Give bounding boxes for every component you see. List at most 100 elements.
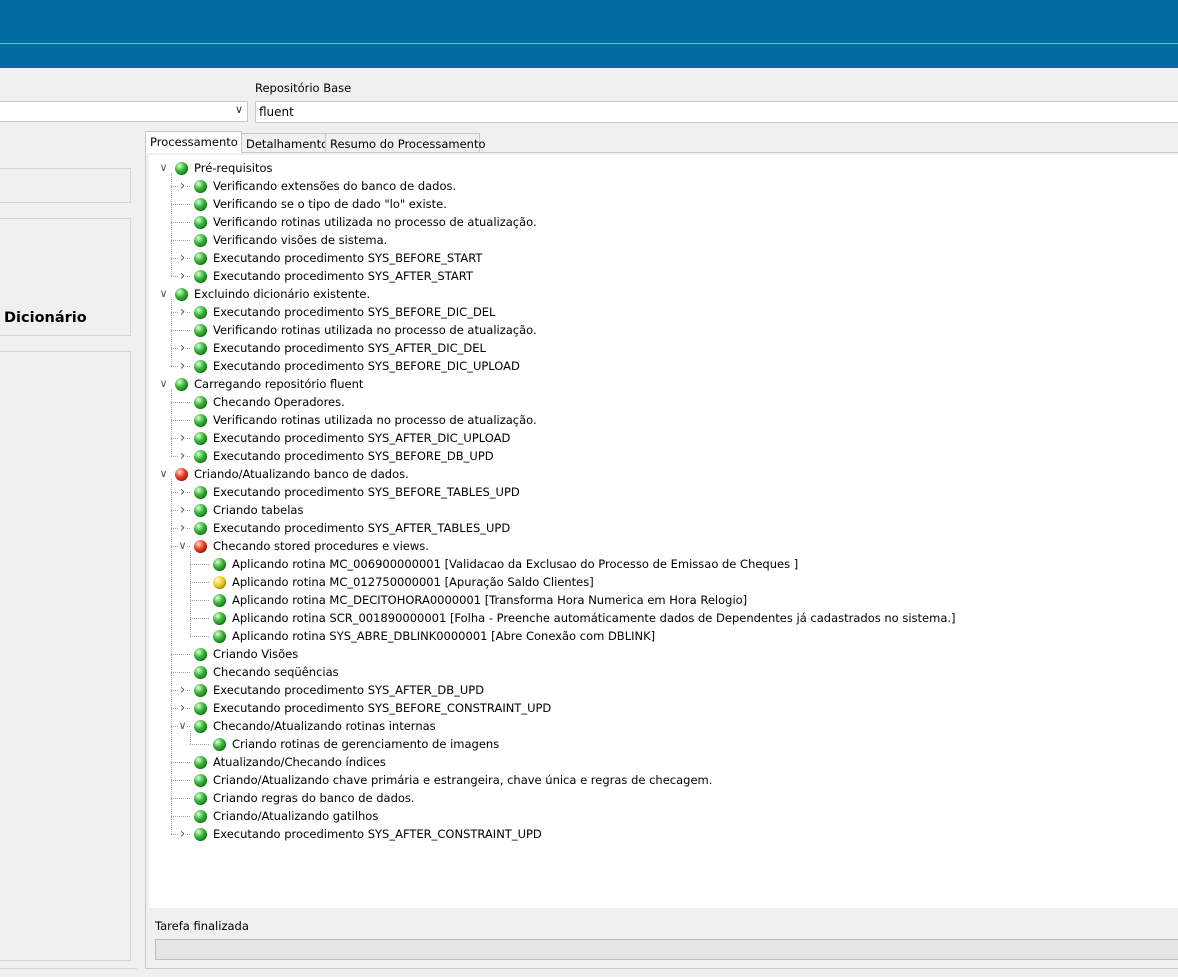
chevron-right-icon[interactable]: › xyxy=(178,483,187,501)
left-group-box-bottom xyxy=(0,351,131,961)
tree-node[interactable]: › Executando procedimento SYS_AFTER_DIC_D… xyxy=(149,339,1178,357)
chevron-right-icon[interactable]: › xyxy=(178,303,187,321)
tab-resumo-do-processamento[interactable]: Resumo do Processamento xyxy=(325,133,486,152)
chevron-right-icon[interactable]: › xyxy=(178,429,187,447)
tree-node[interactable]: Verificando visões de sistema. xyxy=(149,231,1178,249)
chevron-right-icon[interactable]: › xyxy=(178,501,187,519)
tree-node-label: Checando stored procedures e views. xyxy=(213,539,429,553)
chevron-right-icon[interactable]: › xyxy=(178,825,187,843)
tree-node[interactable]: ∨ Excluindo dicionário existente. xyxy=(149,285,1178,303)
tab-detalhamento[interactable]: Detalhamento xyxy=(241,133,328,152)
chevron-down-icon[interactable]: ∨ xyxy=(159,285,168,303)
tree-node-label: Criando Visões xyxy=(213,647,299,661)
tree-node[interactable]: Criando regras do banco de dados. xyxy=(149,789,1178,807)
green-status-icon xyxy=(194,234,207,247)
tree-node[interactable]: › Executando procedimento SYS_BEFORE_DIC_… xyxy=(149,357,1178,375)
tree-node-label: Checando/Atualizando rotinas internas xyxy=(213,719,436,733)
green-status-icon xyxy=(194,828,207,841)
green-status-icon xyxy=(213,738,226,751)
chevron-right-icon[interactable]: › xyxy=(178,519,187,537)
green-status-icon xyxy=(194,432,207,445)
repository-base-input[interactable]: fluent xyxy=(255,101,1178,123)
green-status-icon xyxy=(194,414,207,427)
tree-node[interactable]: Checando seqüências xyxy=(149,663,1178,681)
tree-node-label: Checando seqüências xyxy=(213,665,339,679)
chevron-down-icon[interactable]: ∨ xyxy=(159,375,168,393)
tree-node-label: Pré-requisitos xyxy=(194,161,273,175)
tree-node[interactable]: › Executando procedimento SYS_AFTER_TABLE… xyxy=(149,519,1178,537)
chevron-down-icon[interactable]: ∨ xyxy=(159,159,168,177)
green-status-icon xyxy=(175,288,188,301)
tree-node[interactable]: Criando/Atualizando gatilhos xyxy=(149,807,1178,825)
green-status-icon xyxy=(194,504,207,517)
tree-node[interactable]: Criando Visões xyxy=(149,645,1178,663)
chevron-right-icon[interactable]: › xyxy=(178,357,187,375)
chevron-down-icon[interactable]: ∨ xyxy=(235,103,243,116)
tree-node[interactable]: › Criando tabelas xyxy=(149,501,1178,519)
status-text: Tarefa finalizada xyxy=(155,919,249,933)
tree-node[interactable]: › Executando procedimento SYS_AFTER_START xyxy=(149,267,1178,285)
tree-node-label: Executando procedimento SYS_AFTER_START xyxy=(213,269,473,283)
tree-node-label: Aplicando rotina MC_006900000001 [Valida… xyxy=(232,557,799,571)
chevron-down-icon[interactable]: ∨ xyxy=(159,465,168,483)
chevron-right-icon[interactable]: › xyxy=(178,699,187,717)
green-status-icon xyxy=(194,684,207,697)
tree-node[interactable]: Verificando se o tipo de dado "lo" exist… xyxy=(149,195,1178,213)
tree-node[interactable]: Verificando rotinas utilizada no process… xyxy=(149,321,1178,339)
green-status-icon xyxy=(194,792,207,805)
process-tree[interactable]: ∨ Pré-requisitos › Verificando extensões do… xyxy=(149,155,1178,908)
green-status-icon xyxy=(194,702,207,715)
tree-node[interactable]: ∨ Checando/Atualizando rotinas internas xyxy=(149,717,1178,735)
connection-combobox[interactable]: ∨ xyxy=(0,101,248,122)
red-status-icon xyxy=(194,540,207,553)
tree-node[interactable]: › Executando procedimento SYS_BEFORE_DIC_… xyxy=(149,303,1178,321)
tree-node[interactable]: ∨ Criando/Atualizando banco de dados. xyxy=(149,465,1178,483)
tree-node[interactable]: Criando rotinas de gerenciamento de imag… xyxy=(149,735,1178,753)
chevron-down-icon[interactable]: ∨ xyxy=(178,537,187,555)
tree-node[interactable]: Checando Operadores. xyxy=(149,393,1178,411)
tree-node-label: Aplicando rotina SCR_001890000001 [Folha… xyxy=(232,611,956,625)
tree-node-label: Criando rotinas de gerenciamento de imag… xyxy=(232,737,500,751)
tree-node[interactable]: Criando/Atualizando chave primária e est… xyxy=(149,771,1178,789)
tree-node[interactable]: Atualizando/Checando índices xyxy=(149,753,1178,771)
tree-node[interactable]: Aplicando rotina MC_006900000001 [Valida… xyxy=(149,555,1178,573)
yellow-status-icon xyxy=(213,576,226,589)
tree-node[interactable]: › Executando procedimento SYS_AFTER_CONST… xyxy=(149,825,1178,843)
tree-node-label: Checando Operadores. xyxy=(213,395,345,409)
green-status-icon xyxy=(194,450,207,463)
tree-node[interactable]: › Executando procedimento SYS_AFTER_DB_UP… xyxy=(149,681,1178,699)
tree-node[interactable]: ∨ Pré-requisitos xyxy=(149,159,1178,177)
green-status-icon xyxy=(194,774,207,787)
chevron-right-icon[interactable]: › xyxy=(178,681,187,699)
tree-node[interactable]: Aplicando rotina SCR_001890000001 [Folha… xyxy=(149,609,1178,627)
tree-node[interactable]: Aplicando rotina MC_012750000001 [Apuraç… xyxy=(149,573,1178,591)
tree-node[interactable]: Verificando rotinas utilizada no process… xyxy=(149,213,1178,231)
tree-node[interactable]: › Executando procedimento SYS_BEFORE_STAR… xyxy=(149,249,1178,267)
tree-node[interactable]: Aplicando rotina SYS_ABRE_DBLINK0000001 … xyxy=(149,627,1178,645)
green-status-icon xyxy=(194,306,207,319)
chevron-down-icon[interactable]: ∨ xyxy=(178,717,187,735)
tree-node-label: Aplicando rotina MC_DECITOHORA0000001 [T… xyxy=(232,593,748,607)
tree-node[interactable]: Aplicando rotina MC_DECITOHORA0000001 [T… xyxy=(149,591,1178,609)
green-status-icon xyxy=(194,324,207,337)
tree-node[interactable]: › Executando procedimento SYS_BEFORE_CONS… xyxy=(149,699,1178,717)
tree-node[interactable]: ∨ Checando stored procedures e views. xyxy=(149,537,1178,555)
red-status-icon xyxy=(175,468,188,481)
tree-node[interactable]: › Executando procedimento SYS_BEFORE_DB_U… xyxy=(149,447,1178,465)
chevron-right-icon[interactable]: › xyxy=(178,177,187,195)
green-status-icon xyxy=(194,648,207,661)
tree-node[interactable]: ∨ Carregando repositório fluent xyxy=(149,375,1178,393)
tree-node[interactable]: › Executando procedimento SYS_BEFORE_TABL… xyxy=(149,483,1178,501)
tree-node[interactable]: › Executando procedimento SYS_AFTER_DIC_U… xyxy=(149,429,1178,447)
tree-node[interactable]: Verificando rotinas utilizada no process… xyxy=(149,411,1178,429)
chevron-right-icon[interactable]: › xyxy=(178,249,187,267)
green-status-icon xyxy=(194,216,207,229)
tree-node-label: Executando procedimento SYS_AFTER_DIC_DE… xyxy=(213,341,486,355)
chevron-right-icon[interactable]: › xyxy=(178,447,187,465)
tab-processamento[interactable]: Processamento xyxy=(145,131,242,153)
green-status-icon xyxy=(194,810,207,823)
green-status-icon xyxy=(175,162,188,175)
chevron-right-icon[interactable]: › xyxy=(178,267,187,285)
chevron-right-icon[interactable]: › xyxy=(178,339,187,357)
tree-node[interactable]: › Verificando extensões do banco de dados… xyxy=(149,177,1178,195)
